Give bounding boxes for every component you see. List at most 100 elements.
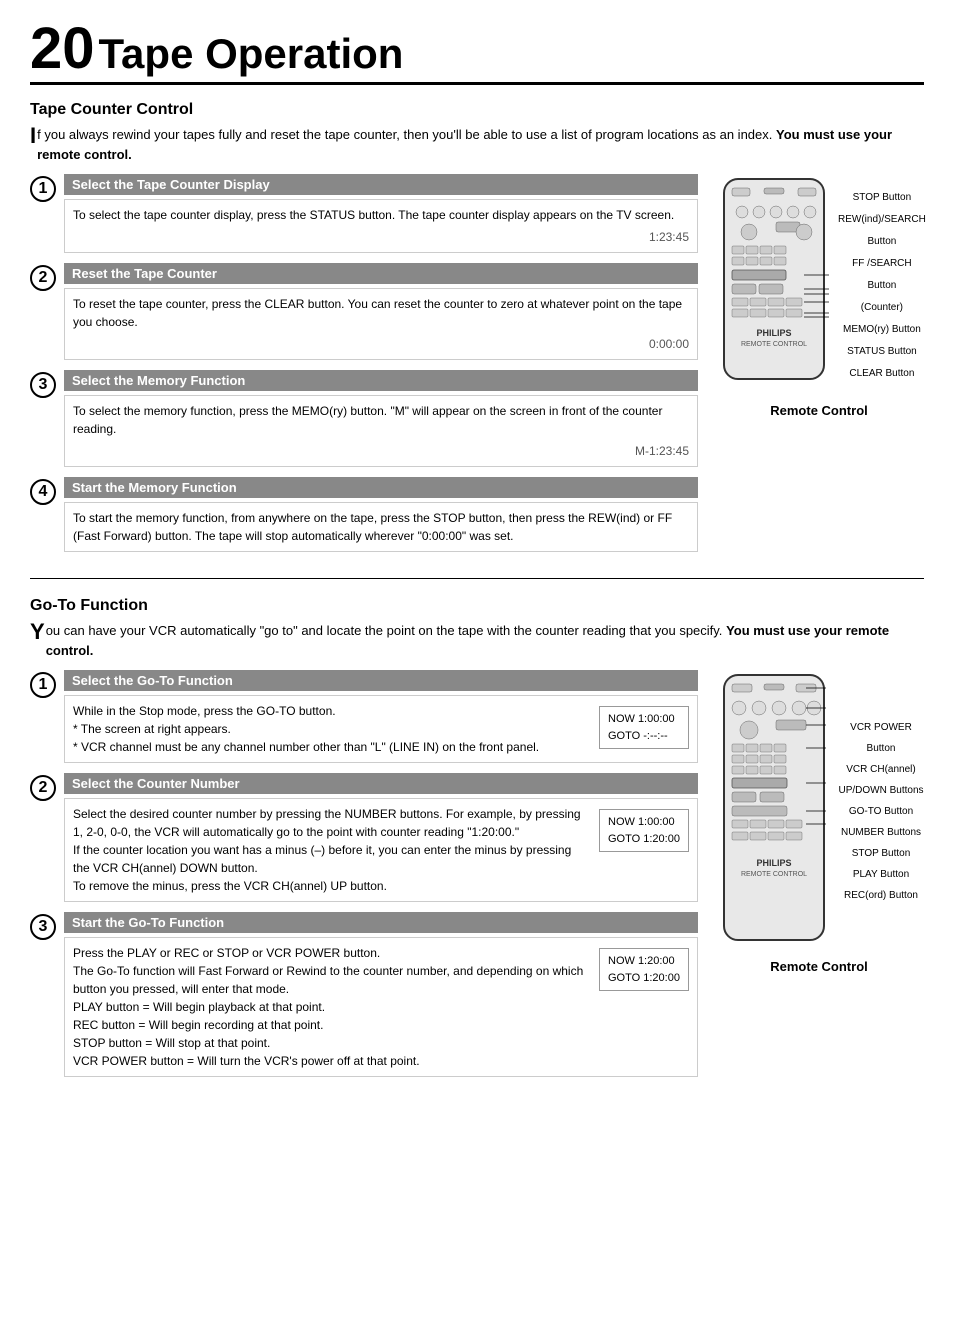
annotation-clear: CLEAR Button	[838, 363, 926, 385]
step-number-4: 4	[30, 479, 56, 505]
tape-counter-steps: 1 Select the Tape Counter Display To sel…	[30, 174, 698, 562]
svg-text:REMOTE CONTROL: REMOTE CONTROL	[741, 871, 807, 878]
remote-svg-1: PHILIPS REMOTE CONTROL	[714, 174, 834, 397]
annotation-ff: FF /SEARCH Button	[838, 253, 926, 297]
goto-step-2-content: Select the Counter Number Select the des…	[64, 773, 698, 902]
goto-display-3-line2: GOTO 1:20:00	[608, 970, 680, 987]
goto-annotation-rec: REC(ord) Button	[838, 885, 924, 906]
tape-counter-section: Tape Counter Control If you always rewin…	[30, 101, 924, 562]
goto-step-2-display: NOW 1:00:00 GOTO 1:20:00	[599, 809, 689, 852]
goto-step-2-body-text: Select the desired counter number by pre…	[73, 807, 581, 893]
goto-step-3-body-text: Press the PLAY or REC or STOP or VCR POW…	[73, 946, 583, 1068]
svg-text:REMOTE CONTROL: REMOTE CONTROL	[741, 341, 807, 348]
step-number-2: 2	[30, 265, 56, 291]
remote-svg-2: PHILIPS REMOTE CONTROL	[714, 670, 834, 953]
step-2-body: To reset the tape counter, press the CLE…	[64, 288, 698, 360]
annotation-rew: REW(ind)/SEARCH Button	[838, 209, 926, 253]
goto-step-number-2: 2	[30, 775, 56, 801]
remote-annotations-1: STOP Button REW(ind)/SEARCH Button FF /S…	[838, 187, 926, 385]
page-title: 20 Tape Operation	[30, 20, 924, 85]
goto-step-3-body: Press the PLAY or REC or STOP or VCR POW…	[64, 937, 698, 1077]
svg-text:PHILIPS: PHILIPS	[756, 328, 791, 338]
goto-step-3-header: Start the Go-To Function	[64, 912, 698, 933]
goto-step-1-body-text: While in the Stop mode, press the GO-TO …	[73, 704, 539, 754]
goto-annotation-play: PLAY Button	[838, 864, 924, 885]
goto-step-1-body-inner: While in the Stop mode, press the GO-TO …	[73, 702, 689, 756]
step-2: 2 Reset the Tape Counter To reset the ta…	[30, 263, 698, 360]
step-1: 1 Select the Tape Counter Display To sel…	[30, 174, 698, 253]
goto-display-3-line1: NOW 1:20:00	[608, 953, 680, 970]
tape-counter-layout: 1 Select the Tape Counter Display To sel…	[30, 174, 924, 562]
goto-annotation-stop: STOP Button	[838, 843, 924, 864]
goto-layout: 1 Select the Go-To Function While in the…	[30, 670, 924, 1087]
step-2-display: 0:00:00	[73, 335, 689, 353]
step-3-text: To select the memory function, press the…	[73, 404, 662, 436]
goto-step-1: 1 Select the Go-To Function While in the…	[30, 670, 698, 763]
step-4-header: Start the Memory Function	[64, 477, 698, 498]
annotation-stop: STOP Button	[838, 187, 926, 209]
remote-label-2: Remote Control	[714, 959, 924, 974]
intro-text-body: f you always rewind your tapes fully and…	[37, 127, 772, 142]
step-number-3: 3	[30, 372, 56, 398]
goto-section: Go-To Function You can have your VCR aut…	[30, 597, 924, 1087]
remote-label-1: Remote Control	[714, 403, 924, 418]
remote-with-annotations-2: PHILIPS REMOTE CONTROL VCR POWER Button	[714, 670, 924, 953]
drop-cap-y: Y	[30, 621, 45, 643]
step-4-body: To start the memory function, from anywh…	[64, 502, 698, 552]
remote-col-1: PHILIPS REMOTE CONTROL STOP Button REW(	[714, 174, 924, 418]
goto-display-1-line1: NOW 1:00:00	[608, 711, 680, 728]
goto-display-2-line2: GOTO 1:20:00	[608, 831, 680, 848]
step-1-header: Select the Tape Counter Display	[64, 174, 698, 195]
goto-step-2-header: Select the Counter Number	[64, 773, 698, 794]
goto-step-1-text: While in the Stop mode, press the GO-TO …	[73, 702, 591, 756]
step-1-body: To select the tape counter display, pres…	[64, 199, 698, 253]
tape-counter-intro: If you always rewind your tapes fully an…	[30, 125, 924, 164]
step-number-1: 1	[30, 176, 56, 202]
goto-step-2-text: Select the desired counter number by pre…	[73, 805, 591, 895]
goto-annotation-ch: VCR CH(annel) UP/DOWN Buttons	[838, 759, 924, 801]
step-1-text: To select the tape counter display, pres…	[73, 208, 674, 222]
step-4-text: To start the memory function, from anywh…	[73, 511, 672, 543]
step-1-display: 1:23:45	[73, 228, 689, 246]
step-2-header: Reset the Tape Counter	[64, 263, 698, 284]
step-3: 3 Select the Memory Function To select t…	[30, 370, 698, 467]
step-1-content: Select the Tape Counter Display To selec…	[64, 174, 698, 253]
tape-counter-title: Tape Counter Control	[30, 101, 924, 119]
step-2-content: Reset the Tape Counter To reset the tape…	[64, 263, 698, 360]
goto-intro: You can have your VCR automatically "go …	[30, 621, 924, 660]
goto-display-1-line2: GOTO -:--:--	[608, 728, 680, 745]
goto-annotation-vcr-power: VCR POWER Button	[838, 717, 924, 759]
goto-step-2: 2 Select the Counter Number Select the d…	[30, 773, 698, 902]
step-2-text: To reset the tape counter, press the CLE…	[73, 297, 682, 329]
page-title-text: Tape Operation	[99, 30, 404, 78]
remote-col-2: PHILIPS REMOTE CONTROL VCR POWER Button	[714, 670, 924, 974]
step-4-content: Start the Memory Function To start the m…	[64, 477, 698, 552]
goto-step-1-content: Select the Go-To Function While in the S…	[64, 670, 698, 763]
remote-annotations-2: VCR POWER Button VCR CH(annel) UP/DOWN B…	[838, 717, 924, 906]
page-number: 20	[30, 20, 95, 78]
goto-step-number-3: 3	[30, 914, 56, 940]
goto-step-3-content: Start the Go-To Function Press the PLAY …	[64, 912, 698, 1077]
step-3-display: M-1:23:45	[73, 442, 689, 460]
goto-step-number-1: 1	[30, 672, 56, 698]
drop-cap-i: I	[30, 125, 36, 147]
goto-step-3-body-inner: Press the PLAY or REC or STOP or VCR POW…	[73, 944, 689, 1070]
goto-step-2-body: Select the desired counter number by pre…	[64, 798, 698, 902]
step-4: 4 Start the Memory Function To start the…	[30, 477, 698, 552]
step-3-header: Select the Memory Function	[64, 370, 698, 391]
goto-display-2-line1: NOW 1:00:00	[608, 814, 680, 831]
goto-step-1-display: NOW 1:00:00 GOTO -:--:--	[599, 706, 689, 749]
goto-step-3: 3 Start the Go-To Function Press the PLA…	[30, 912, 698, 1077]
goto-step-3-display: NOW 1:20:00 GOTO 1:20:00	[599, 948, 689, 991]
goto-annotation-goto: GO-TO Button	[838, 801, 924, 822]
goto-intro-text: ou can have your VCR automatically "go t…	[46, 623, 723, 638]
section-divider	[30, 578, 924, 579]
goto-steps: 1 Select the Go-To Function While in the…	[30, 670, 698, 1087]
goto-step-1-header: Select the Go-To Function	[64, 670, 698, 691]
annotation-memo: (Counter) MEMO(ry) Button	[838, 297, 926, 341]
goto-step-1-body: While in the Stop mode, press the GO-TO …	[64, 695, 698, 763]
remote-with-annotations-1: PHILIPS REMOTE CONTROL STOP Button REW(	[714, 174, 924, 397]
annotation-status: STATUS Button	[838, 341, 926, 363]
svg-text:PHILIPS: PHILIPS	[756, 858, 791, 868]
goto-annotation-number: NUMBER Buttons	[838, 822, 924, 843]
